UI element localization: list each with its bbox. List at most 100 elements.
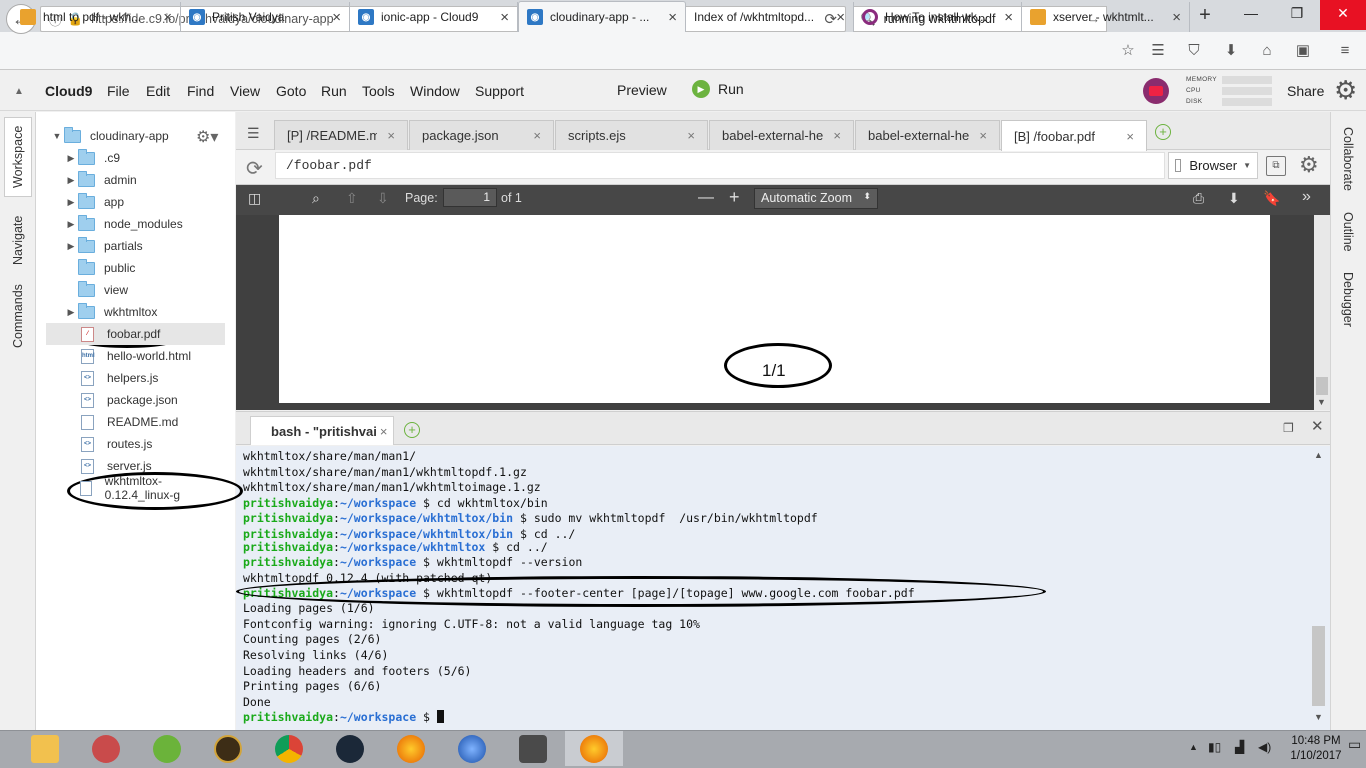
menu-item-view[interactable]: View: [230, 83, 260, 99]
clock[interactable]: 10:48 PM 1/10/2017: [1288, 734, 1344, 764]
maximize-panel-icon[interactable]: ❐: [1283, 421, 1294, 435]
scroll-down-icon[interactable]: ▼: [1317, 397, 1326, 407]
tab-debugger[interactable]: Debugger: [1334, 266, 1362, 332]
close-icon[interactable]: ×: [387, 128, 395, 143]
browser-tab[interactable]: ◉ Pritish Vaidya ×: [181, 2, 350, 32]
new-terminal-icon[interactable]: +: [404, 422, 420, 438]
preview-settings-gear-icon[interactable]: ⚙: [1299, 152, 1319, 178]
close-panel-icon[interactable]: ✕: [1311, 417, 1324, 435]
menu-item-run[interactable]: Run: [321, 83, 347, 99]
tree-root[interactable]: ▼ cloudinary-app: [50, 125, 210, 147]
taskbar-app[interactable]: [504, 731, 562, 766]
taskbar-app[interactable]: [321, 731, 379, 766]
tray-volume-icon[interactable]: ◀): [1258, 740, 1271, 754]
reading-list-icon[interactable]: ☰: [1147, 40, 1169, 62]
expand-arrow-icon[interactable]: ▶: [64, 307, 78, 318]
tree-settings-gear-icon[interactable]: ⚙▾: [196, 127, 218, 147]
taskbar-app[interactable]: [77, 731, 135, 766]
tools-icon[interactable]: »: [1302, 188, 1311, 206]
save-icon[interactable]: ⬇: [1228, 190, 1240, 207]
tree-item[interactable]: <> routes.js: [46, 433, 225, 455]
tab-collaborate[interactable]: Collaborate: [1334, 120, 1362, 198]
browser-tab[interactable]: xserver - wkhtmlt... ×: [1022, 2, 1190, 32]
zoom-select[interactable]: Automatic Zoom ⬍: [754, 188, 878, 209]
taskbar-app[interactable]: [16, 731, 74, 766]
tree-item[interactable]: wkhtmltox-0.12.4_linux-g: [46, 474, 225, 502]
previous-page-icon[interactable]: ⇧: [346, 190, 358, 207]
bookmark-icon[interactable]: 🔖: [1263, 190, 1280, 207]
taskbar-app[interactable]: [382, 731, 440, 766]
pocket-icon[interactable]: ⛉: [1183, 40, 1205, 62]
menu-item-support[interactable]: Support: [475, 83, 524, 99]
scroll-down-icon[interactable]: ▼: [1314, 712, 1323, 722]
close-tab-icon[interactable]: ×: [500, 9, 509, 26]
editor-tab[interactable]: babel-external-he ×: [855, 120, 1000, 150]
avatar[interactable]: [1143, 78, 1169, 104]
bookmark-star-icon[interactable]: ☆: [1117, 40, 1139, 62]
print-icon[interactable]: ⎙: [1193, 190, 1204, 207]
preview-button[interactable]: Preview: [617, 82, 667, 98]
close-icon[interactable]: ×: [833, 128, 841, 143]
browser-tab[interactable]: Index of /wkhtmltopd... ×: [686, 2, 854, 32]
new-editor-tab-icon[interactable]: +: [1155, 124, 1171, 140]
home-icon[interactable]: ⌂: [1256, 40, 1278, 62]
sleep-icon[interactable]: ▣: [1292, 40, 1314, 62]
menu-item-tools[interactable]: Tools: [362, 83, 395, 99]
editor-tab[interactable]: [P] /README.m ×: [274, 120, 408, 150]
tree-item[interactable]: public: [46, 257, 225, 279]
new-tab-button[interactable]: +: [1192, 4, 1218, 28]
tray-battery-icon[interactable]: ▮▯: [1208, 740, 1221, 754]
tree-item[interactable]: ▶ node_modules: [46, 213, 225, 235]
menu-item-window[interactable]: Window: [410, 83, 460, 99]
tab-list-icon[interactable]: ☰: [247, 125, 260, 142]
collapse-arrow-icon[interactable]: ▲: [14, 86, 24, 97]
tree-item[interactable]: ▶ partials: [46, 235, 225, 257]
taskbar-app[interactable]: [199, 731, 257, 766]
tree-item[interactable]: html hello-world.html: [46, 345, 225, 367]
taskbar-app[interactable]: [260, 731, 318, 766]
c9-brand[interactable]: Cloud9: [45, 83, 92, 99]
zoom-in-icon[interactable]: +: [729, 187, 740, 208]
close-tab-icon[interactable]: ×: [332, 9, 341, 26]
sidebar-toggle-icon[interactable]: ◫: [248, 190, 261, 207]
run-button[interactable]: ▶ Run: [692, 80, 744, 98]
menu-item-goto[interactable]: Goto: [276, 83, 306, 99]
close-icon[interactable]: ×: [979, 128, 987, 143]
menu-item-find[interactable]: Find: [187, 83, 214, 99]
browser-tab[interactable]: html to pdf - wkh... ×: [12, 2, 181, 32]
browser-tab[interactable]: ◉ cloudinary-app - ... ×: [518, 1, 686, 32]
expand-arrow-icon[interactable]: ▶: [64, 153, 78, 164]
close-icon[interactable]: ×: [687, 128, 695, 143]
popout-icon[interactable]: ⧉: [1266, 156, 1286, 176]
taskbar-app[interactable]: [138, 731, 196, 766]
editor-tab[interactable]: [B] /foobar.pdf ×: [1001, 120, 1147, 151]
close-tab-icon[interactable]: ×: [163, 9, 172, 26]
tree-item[interactable]: ▶ wkhtmltox: [46, 301, 225, 323]
maximize-button[interactable]: ❐: [1274, 0, 1320, 30]
tree-item[interactable]: <> helpers.js: [46, 367, 225, 389]
tree-item[interactable]: ⁄ foobar.pdf: [46, 323, 225, 345]
expand-arrow-icon[interactable]: ▶: [64, 197, 78, 208]
close-tab-icon[interactable]: ×: [1004, 9, 1013, 26]
page-number-input[interactable]: 1: [443, 188, 497, 207]
close-icon[interactable]: ×: [1126, 129, 1134, 144]
hamburger-menu-icon[interactable]: ≡: [1334, 40, 1356, 62]
editor-tab[interactable]: babel-external-he ×: [709, 120, 854, 150]
browser-tab[interactable]: ◉ ionic-app - Cloud9 ×: [350, 2, 518, 32]
menu-item-file[interactable]: File: [107, 83, 130, 99]
tree-item[interactable]: README.md: [46, 411, 225, 433]
tab-outline[interactable]: Outline: [1334, 205, 1362, 259]
notifications-icon[interactable]: ▭: [1348, 736, 1361, 753]
pdf-scroll-thumb[interactable]: [1316, 377, 1328, 395]
zoom-out-icon[interactable]: —: [698, 189, 714, 207]
download-icon[interactable]: ⬇: [1220, 40, 1242, 62]
tab-commands[interactable]: Commands: [4, 280, 32, 352]
pdf-scrollbar[interactable]: ▼: [1314, 215, 1330, 410]
close-icon[interactable]: ×: [380, 424, 388, 439]
expand-arrow-icon[interactable]: ▶: [64, 241, 78, 252]
tab-workspace[interactable]: Workspace: [4, 117, 32, 197]
terminal-tab[interactable]: bash - "pritishvai ×: [250, 416, 394, 445]
expand-arrow-icon[interactable]: ▶: [64, 219, 78, 230]
share-button[interactable]: Share: [1287, 83, 1324, 99]
browser-dropdown[interactable]: Browser ▼: [1168, 152, 1258, 179]
